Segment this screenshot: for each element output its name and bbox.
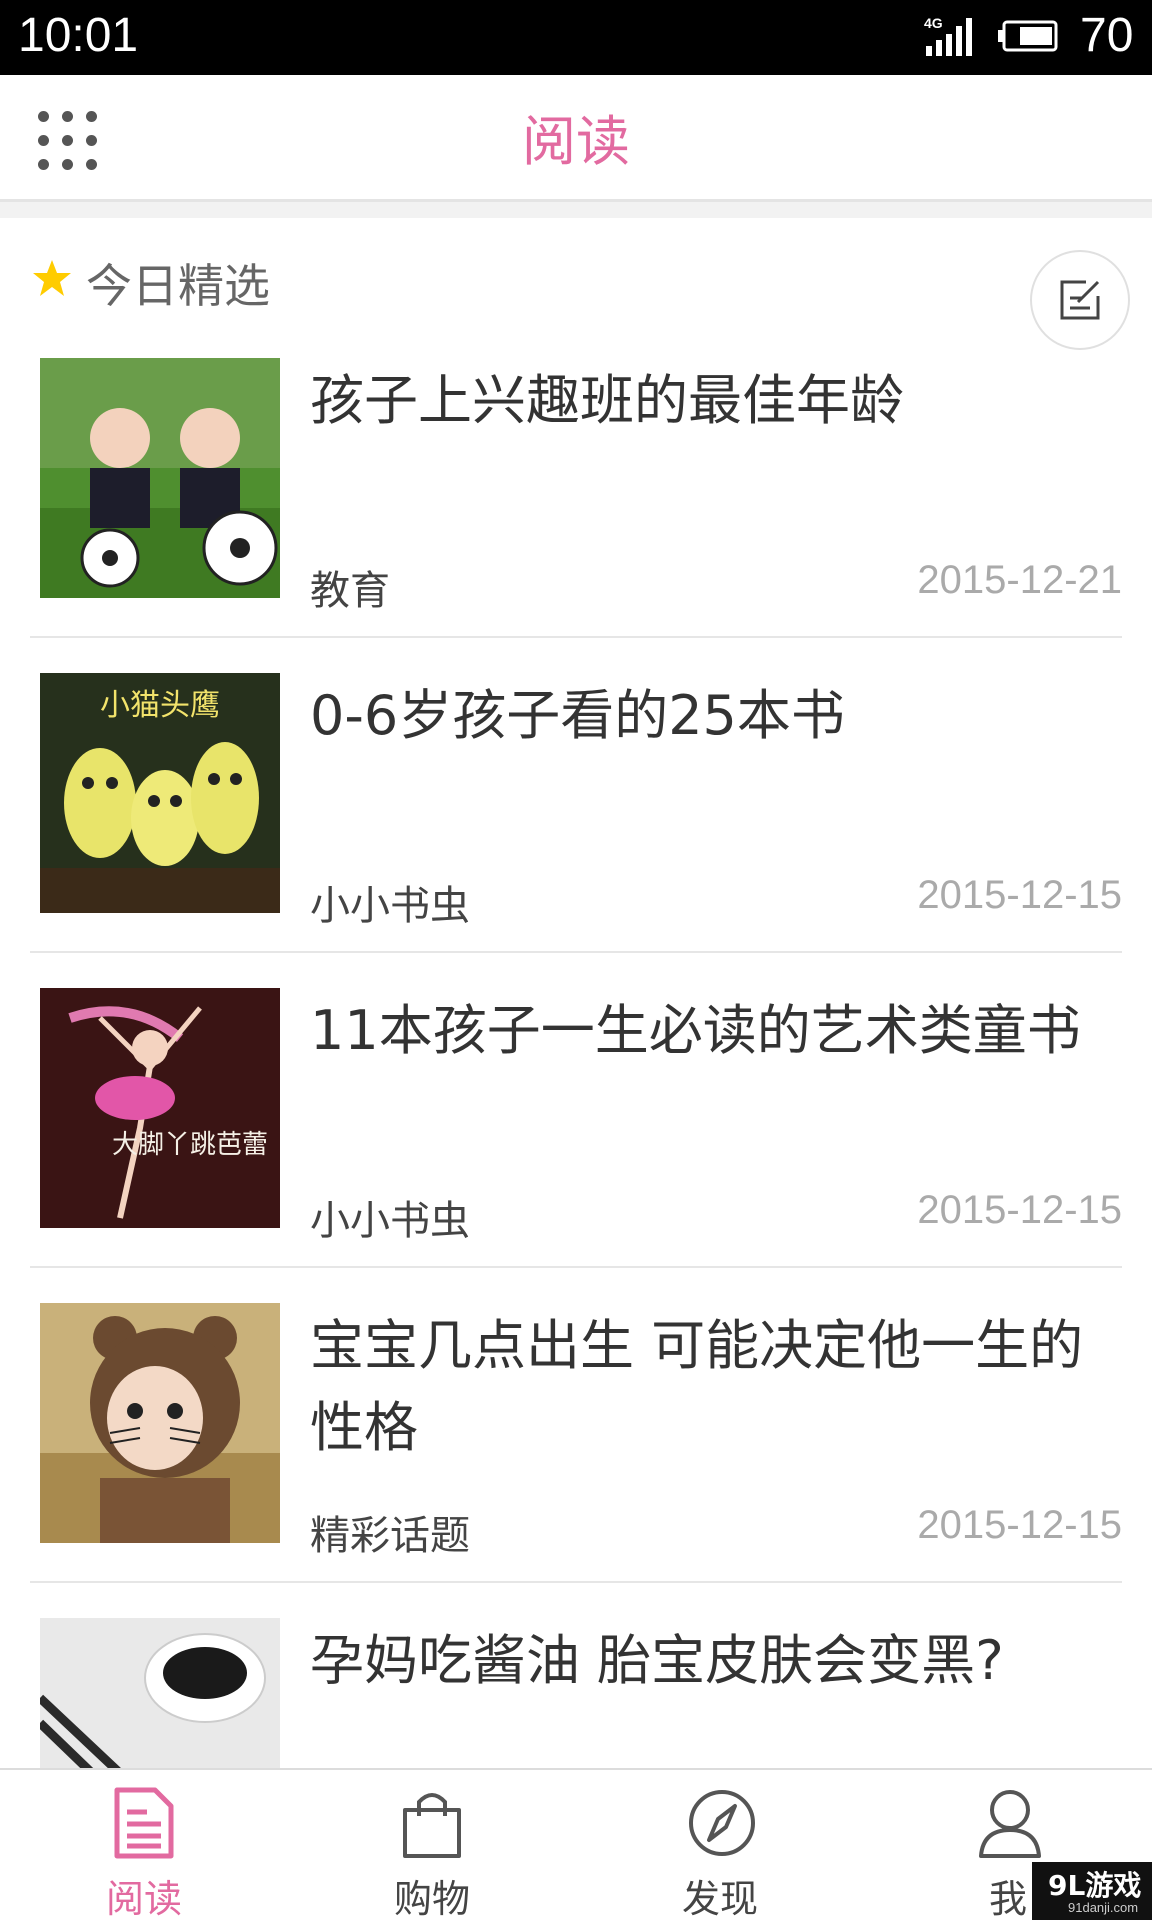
shopping-bag-icon bbox=[403, 1793, 461, 1858]
article-thumbnail: 大脚丫跳芭蕾 bbox=[40, 988, 280, 1228]
article-thumbnail bbox=[40, 1618, 280, 1768]
tab-label: 购物 bbox=[393, 1877, 470, 1921]
divider bbox=[30, 1266, 1122, 1268]
article-item[interactable]: 孩子上兴趣班的最佳年龄 教育 2015-12-21 bbox=[30, 358, 1122, 673]
article-date: 2015-12-15 bbox=[917, 1188, 1122, 1232]
edit-button[interactable] bbox=[1030, 250, 1130, 350]
page-title: 阅读 bbox=[522, 110, 630, 173]
article-item[interactable]: 小猫头鹰 0-6岁孩子看的25本书 小小书虫 2015-12-15 bbox=[30, 673, 1122, 988]
article-thumbnail: 小猫头鹰 bbox=[40, 673, 280, 913]
battery-percent: 70 bbox=[1080, 9, 1134, 62]
user-icon bbox=[979, 1790, 1041, 1858]
star-icon bbox=[33, 260, 71, 296]
article-date: 2015-12-21 bbox=[917, 558, 1122, 602]
tab-discover[interactable]: 发现 bbox=[576, 1770, 864, 1922]
tab-label: 阅读 bbox=[105, 1877, 182, 1921]
status-bar: 10:01 4G 70 bbox=[0, 0, 1152, 75]
network-label: 4G bbox=[924, 15, 943, 31]
article-item[interactable]: 宝宝几点出生 可能决定他一生的性格 精彩话题 2015-12-15 bbox=[30, 1303, 1122, 1618]
app-header: 阅读 bbox=[0, 75, 1152, 202]
cover-title: 小猫头鹰 bbox=[100, 688, 220, 723]
watermark: 9L游戏 91danji.com bbox=[1032, 1862, 1152, 1920]
cover-title: 大脚丫跳芭蕾 bbox=[112, 1130, 268, 1160]
signal-icon: 4G bbox=[924, 15, 972, 56]
divider bbox=[30, 1581, 1122, 1583]
article-item[interactable]: 孕妈吃酱油 胎宝皮肤会变黑? bbox=[30, 1618, 1122, 1768]
section-title: 今日精选 bbox=[86, 259, 270, 313]
article-category: 小小书虫 bbox=[310, 1198, 470, 1244]
article-title: 宝宝几点出生 可能决定他一生的性格 bbox=[310, 1314, 1084, 1459]
article-category: 精彩话题 bbox=[310, 1513, 470, 1559]
article-item[interactable]: 大脚丫跳芭蕾 11本孩子一生必读的艺术类童书 小小书虫 2015-12-15 bbox=[30, 988, 1122, 1303]
tab-shopping[interactable]: 购物 bbox=[288, 1770, 576, 1922]
article-date: 2015-12-15 bbox=[917, 873, 1122, 917]
article-title: 0-6岁孩子看的25本书 bbox=[310, 684, 845, 747]
header-separator bbox=[0, 202, 1152, 218]
bottom-tab-bar: 阅读 购物 发现 我 bbox=[0, 1768, 1152, 1922]
article-category: 小小书虫 bbox=[310, 883, 470, 929]
article-thumbnail bbox=[40, 1303, 280, 1543]
battery-icon bbox=[998, 20, 1058, 52]
watermark-url: 91danji.com bbox=[1068, 1900, 1139, 1915]
article-category: 教育 bbox=[310, 568, 390, 614]
divider bbox=[30, 951, 1122, 953]
status-time: 10:01 bbox=[18, 9, 139, 62]
compass-icon bbox=[689, 1790, 755, 1856]
tab-label: 发现 bbox=[681, 1877, 758, 1921]
watermark-brand: 9L游戏 bbox=[1048, 1869, 1142, 1902]
article-thumbnail bbox=[40, 358, 280, 598]
article-title: 孕妈吃酱油 胎宝皮肤会变黑? bbox=[310, 1629, 1004, 1692]
featured-section: 今日精选 孩子上兴趣班的最佳年龄 教育 2015-12-21 小猫头鹰 0-6岁… bbox=[0, 218, 1152, 1768]
tab-reading[interactable]: 阅读 bbox=[0, 1770, 288, 1922]
divider bbox=[30, 636, 1122, 638]
article-date: 2015-12-15 bbox=[917, 1503, 1122, 1547]
article-title: 11本孩子一生必读的艺术类童书 bbox=[310, 999, 1081, 1062]
article-title: 孩子上兴趣班的最佳年龄 bbox=[310, 369, 904, 432]
edit-icon bbox=[1060, 280, 1100, 320]
document-icon bbox=[114, 1787, 174, 1859]
